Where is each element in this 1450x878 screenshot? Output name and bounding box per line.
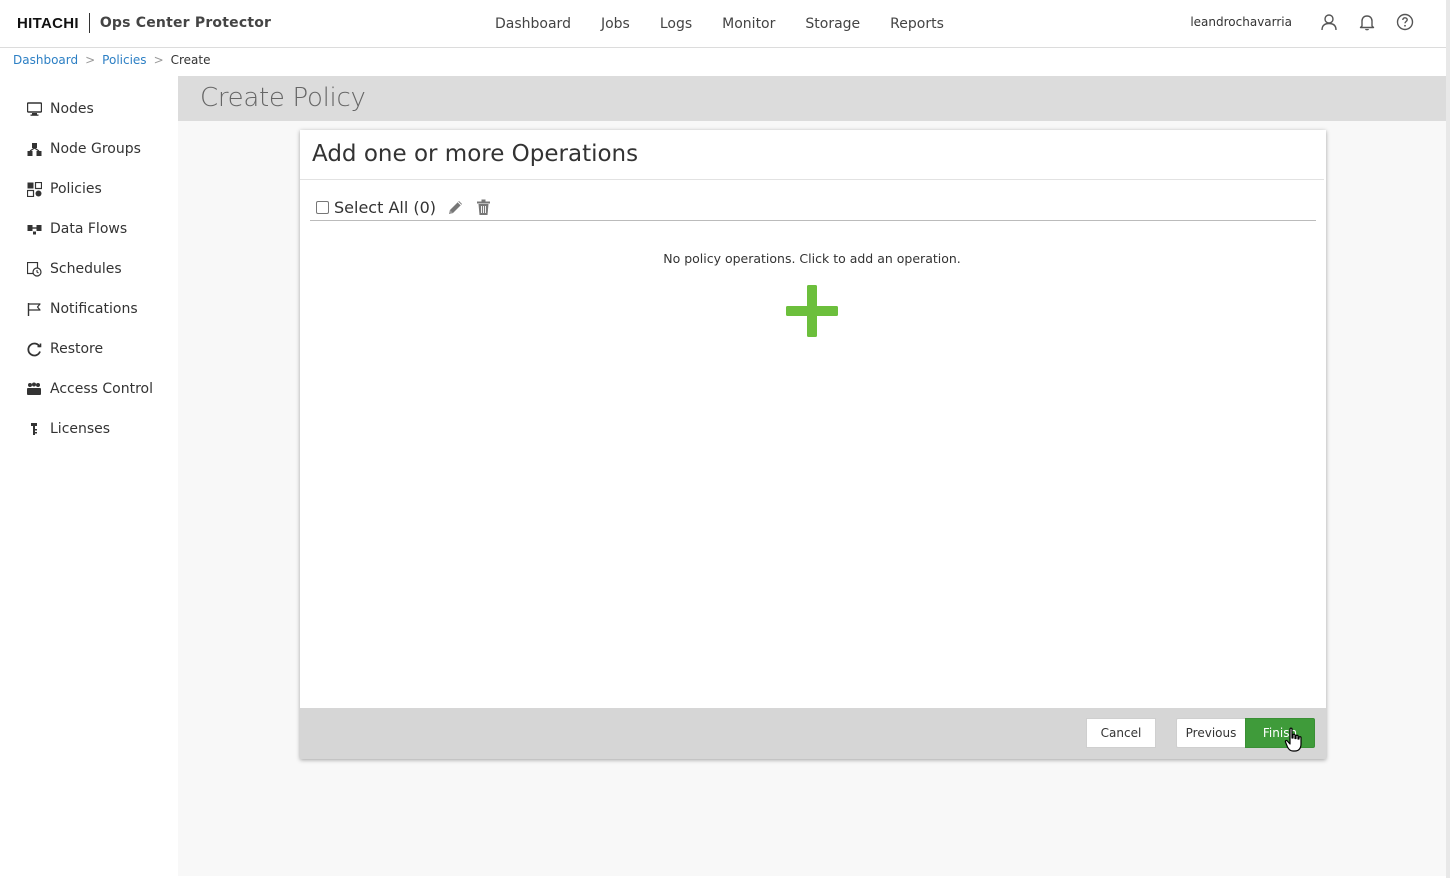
brand[interactable]: HITACHI Ops Center Protector [17, 13, 271, 33]
sidebar-item-label: Notifications [50, 301, 138, 317]
select-all-checkbox[interactable] [316, 200, 329, 214]
window-edge [1446, 0, 1450, 878]
user-area: leandrochavarria [1190, 0, 1416, 44]
plus-icon [786, 285, 838, 337]
previous-button[interactable]: Previous [1176, 718, 1246, 748]
top-nav: Dashboard Jobs Logs Monitor Storage Repo… [480, 0, 959, 48]
nav-storage[interactable]: Storage [790, 16, 875, 32]
breadcrumb-current: Create [170, 53, 211, 67]
sidebar-item-restore[interactable]: Restore [26, 337, 103, 361]
sidebar-item-notifications[interactable]: Notifications [26, 297, 138, 321]
nav-dashboard[interactable]: Dashboard [480, 16, 586, 32]
sidebar-item-data-flows[interactable]: Data Flows [26, 217, 127, 241]
select-all-label[interactable]: Select All (0) [334, 198, 436, 217]
node-groups-icon [26, 141, 42, 157]
wizard-step-title: Add one or more Operations [312, 141, 639, 167]
breadcrumb: Dashboard > Policies > Create [13, 53, 211, 67]
monitor-icon [26, 101, 42, 117]
divider [300, 179, 1324, 180]
brand-separator [88, 13, 90, 33]
wizard-footer: Cancel Previous Finish [300, 708, 1326, 759]
breadcrumb-policies[interactable]: Policies [102, 53, 146, 67]
sidebar-item-label: Licenses [50, 421, 111, 437]
sidebar-item-schedules[interactable]: Schedules [26, 257, 122, 281]
nav-logs[interactable]: Logs [645, 16, 707, 32]
help-icon[interactable] [1394, 11, 1416, 33]
sidebar-item-label: Data Flows [50, 221, 128, 237]
breadcrumb-dashboard[interactable]: Dashboard [13, 53, 78, 67]
add-operation-button[interactable] [785, 284, 839, 338]
restore-icon [26, 341, 42, 357]
sidebar-item-label: Policies [50, 181, 102, 197]
cancel-button[interactable]: Cancel [1086, 718, 1156, 748]
wizard-panel: Add one or more Operations Select All (0… [300, 130, 1326, 759]
sidebar-item-label: Schedules [50, 261, 122, 277]
pencil-icon[interactable] [446, 198, 464, 216]
breadcrumb-separator: > [153, 53, 164, 67]
sidebar-item-licenses[interactable]: Licenses [26, 417, 110, 441]
bell-icon[interactable] [1356, 11, 1378, 33]
license-icon [26, 421, 42, 437]
sidebar-item-access-control[interactable]: Access Control [26, 377, 153, 401]
nav-reports[interactable]: Reports [875, 16, 959, 32]
hitachi-logo: HITACHI [17, 14, 79, 32]
finish-button[interactable]: Finish [1245, 718, 1315, 748]
page-title: Create Policy [200, 83, 366, 113]
product-name: Ops Center Protector [99, 15, 272, 31]
schedules-icon [26, 261, 42, 277]
username[interactable]: leandrochavarria [1190, 15, 1292, 29]
empty-message: No policy operations. Click to add an op… [663, 251, 961, 266]
sidebar-item-node-groups[interactable]: Node Groups [26, 137, 141, 161]
sidebar-item-label: Node Groups [50, 141, 141, 157]
nav-jobs[interactable]: Jobs [586, 16, 645, 32]
data-flows-icon [26, 221, 42, 237]
user-icon[interactable] [1318, 11, 1340, 33]
trash-icon[interactable] [474, 198, 492, 216]
nav-monitor[interactable]: Monitor [707, 16, 790, 32]
sidebar-item-label: Nodes [50, 101, 94, 117]
top-header: HITACHI Ops Center Protector Dashboard J… [0, 0, 1446, 48]
sidebar-item-label: Restore [50, 341, 104, 357]
breadcrumb-separator: > [85, 53, 96, 67]
sidebar-item-nodes[interactable]: Nodes [26, 97, 94, 121]
access-control-icon [26, 381, 42, 397]
policies-icon [26, 181, 42, 197]
operations-toolbar: Select All (0) [310, 194, 1316, 221]
sidebar: Nodes Node Groups Policies Data Flows Sc… [0, 76, 178, 878]
sidebar-item-label: Access Control [50, 381, 153, 397]
page-header: Create Policy [178, 76, 1446, 121]
sidebar-item-policies[interactable]: Policies [26, 177, 102, 201]
flag-icon [26, 301, 42, 317]
